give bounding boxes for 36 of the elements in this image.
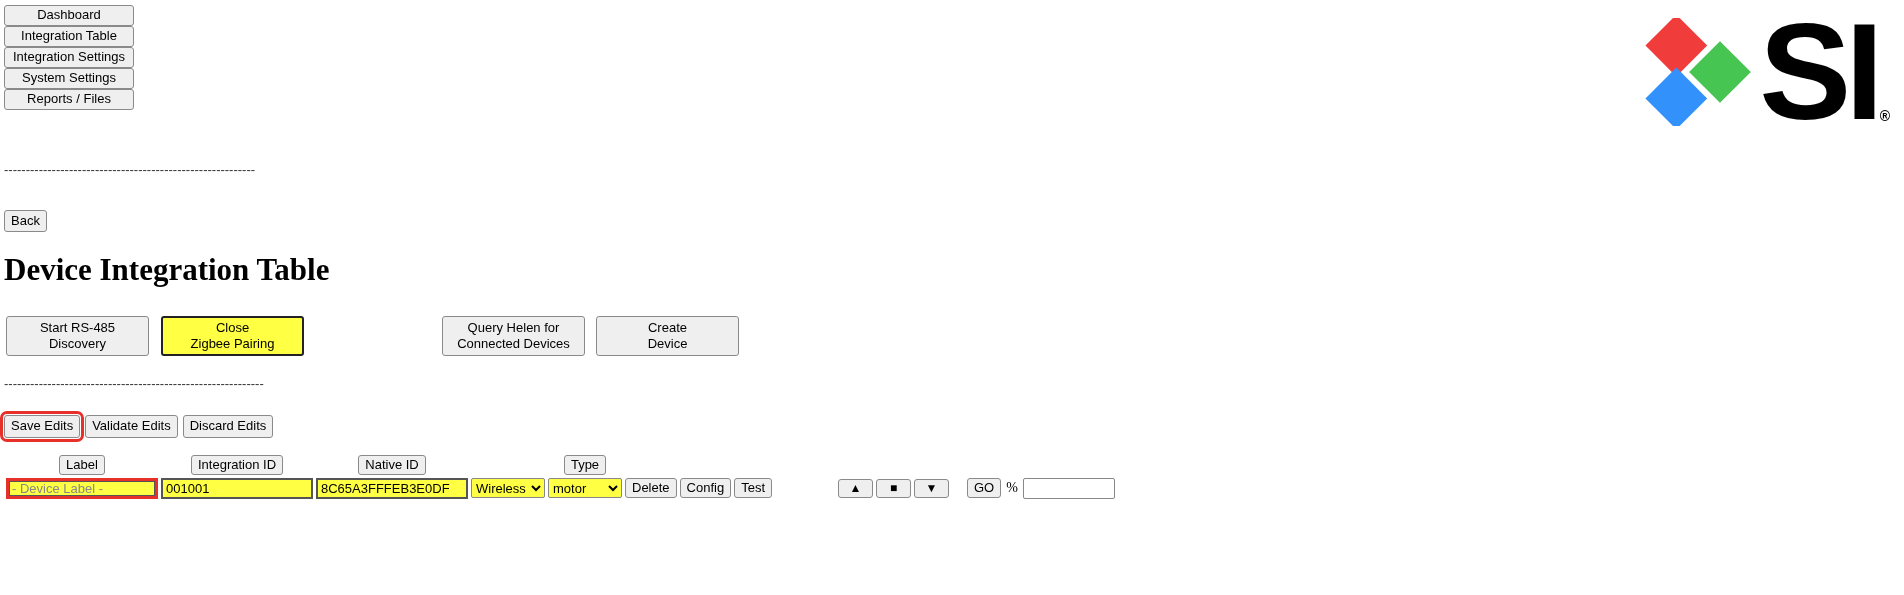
nav-button[interactable]: Dashboard [4,5,134,26]
motion-button[interactable]: ■ [876,478,911,498]
registered-mark: ® [1879,108,1890,124]
page-heading: Device Integration Table [4,252,331,289]
motion-button[interactable]: ▼ [914,478,949,498]
row-button[interactable]: Config [679,478,732,499]
separator-text: ---------------------------------------------------------- [4,162,257,177]
action-button[interactable]: Start RS-485 Discovery [6,316,149,357]
action-button[interactable]: Create Device [596,316,739,357]
logo-text: SI [1759,18,1878,126]
protocol-select[interactable]: Wireless [471,478,545,499]
action-button[interactable]: Query Helen for Connected Devices [442,316,585,357]
nav-button[interactable]: Integration Settings [4,47,134,68]
label-field[interactable]: - Device Label - [6,477,158,499]
edit-button[interactable]: Validate Edits [85,415,178,438]
percent-label: % [1005,480,1019,496]
action-button[interactable]: Close Zigbee Pairing [161,316,304,357]
motion-button[interactable]: ▲ [838,478,873,498]
separator-text: ------------------------------------------------------------ [4,376,265,392]
nav-button[interactable]: Integration Table [4,26,134,47]
go-button[interactable]: GO [967,478,1002,499]
column-header-button[interactable]: Type [563,454,607,475]
nav-button[interactable]: Reports / Files [4,89,134,110]
native-id-field[interactable]: 8C65A3FFFEB3E0DF [316,477,468,499]
nav-button[interactable]: System Settings [4,68,134,89]
edit-button[interactable]: Discard Edits [182,415,274,438]
integration-id-field[interactable]: 001001 [161,477,313,499]
percent-field[interactable] [1022,477,1115,499]
row-button[interactable]: Test [734,478,772,499]
diamond-logo-icon [1643,18,1752,126]
back-button[interactable]: Back [4,210,47,233]
column-header-button[interactable]: Label [59,454,105,475]
column-header-button[interactable]: Native ID [358,454,426,475]
type-select[interactable]: motor [548,478,622,499]
column-header-button[interactable]: Integration ID [190,454,283,475]
row-button[interactable]: Delete [625,478,677,499]
